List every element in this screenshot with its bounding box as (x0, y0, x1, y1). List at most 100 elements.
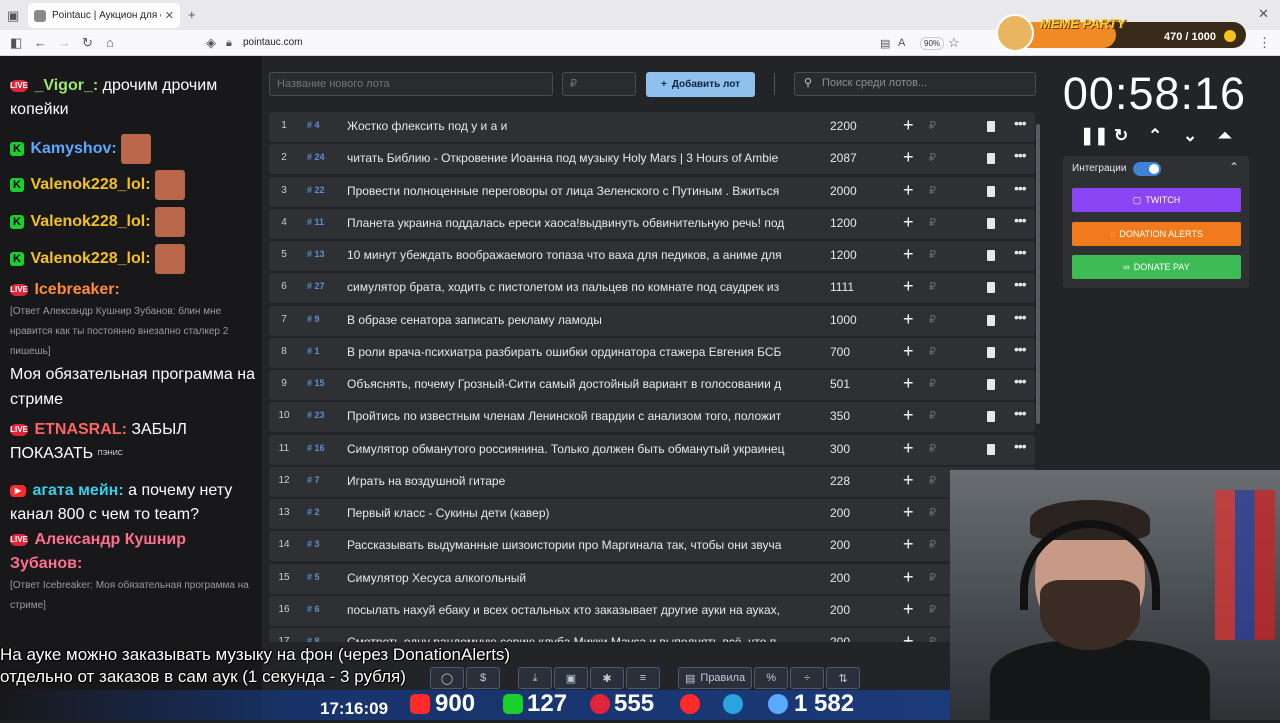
bug-icon[interactable]: ✱ (590, 667, 624, 689)
lot-name[interactable]: В роли врача-психиатра разбирать ошибки … (347, 345, 807, 359)
reset-icon[interactable]: ↻ (1114, 126, 1128, 146)
lot-name[interactable]: Жостко флексить под у и а и (347, 119, 807, 133)
close-tab-icon[interactable]: ✕ (165, 9, 174, 22)
window-close-icon[interactable]: ✕ (1258, 6, 1269, 22)
delete-icon[interactable] (987, 250, 995, 261)
ruble-input-icon[interactable]: ₽ (929, 409, 936, 422)
lot-row[interactable]: 5 # 13 10 минут убеждать воображаемого топ… (269, 241, 1035, 271)
ruble-input-icon[interactable]: ₽ (929, 248, 936, 261)
ruble-input-icon[interactable]: ₽ (929, 377, 936, 390)
lots-scrollbar[interactable] (1036, 124, 1040, 424)
browser-tab[interactable]: Pointauc | Аукцион для стрима ✕ (28, 3, 180, 28)
lot-row[interactable]: 9 # 15 Объяснять, почему Грозный-Сити самы… (269, 370, 1035, 400)
lot-name[interactable]: Пройтись по известным членам Ленинской г… (347, 409, 807, 423)
add-amount-icon[interactable]: + (903, 599, 914, 620)
delete-icon[interactable] (987, 153, 995, 165)
integrations-toggle[interactable] (1133, 162, 1161, 176)
delete-icon[interactable] (987, 379, 995, 390)
lot-name[interactable]: Объяснять, почему Грозный-Сити самый дос… (347, 377, 807, 391)
new-lot-input[interactable] (269, 72, 553, 96)
home-icon[interactable]: ⌂ (106, 35, 114, 50)
add-amount-icon[interactable]: + (903, 438, 914, 459)
translate-icon[interactable]: A (898, 37, 905, 49)
ruble-input-icon[interactable]: ₽ (929, 506, 936, 519)
ruble-input-icon[interactable]: ₽ (929, 442, 936, 455)
lot-amount-input[interactable] (562, 72, 636, 96)
chevron-up-icon[interactable]: ⌃ (1148, 126, 1162, 146)
sidebar-icon[interactable]: ◧ (10, 35, 22, 51)
more-options-icon[interactable]: ••• (1014, 341, 1027, 357)
delete-icon[interactable] (987, 282, 995, 294)
lot-row[interactable]: 14 # 3 Рассказывать выдуманные шизоистории… (269, 531, 1035, 562)
zoom-level[interactable]: 90% (920, 37, 945, 50)
delete-icon[interactable] (987, 346, 995, 358)
ruble-input-icon[interactable]: ₽ (929, 280, 936, 293)
lot-name[interactable]: читать Библию - Откровение Иоанна под му… (347, 151, 807, 165)
lot-name[interactable]: Провести полноценные переговоры от лица … (347, 184, 807, 198)
lot-row[interactable]: 17 # 8 Смотреть одну рандомную серию клуба… (269, 628, 1035, 642)
more-options-icon[interactable]: ••• (1014, 309, 1027, 325)
more-options-icon[interactable]: ••• (1014, 373, 1027, 389)
ruble-input-icon[interactable]: ₽ (929, 635, 936, 642)
add-amount-icon[interactable]: + (903, 244, 914, 265)
ruble-input-icon[interactable]: ₽ (929, 151, 936, 164)
delete-icon[interactable] (987, 314, 995, 326)
add-amount-icon[interactable]: + (903, 470, 914, 491)
lock-icon[interactable]: 🔒︎ (226, 37, 232, 50)
lot-row[interactable]: 15 # 5 Симулятор Хесуса алкогольный 200 + ₽ (269, 563, 1035, 594)
more-options-icon[interactable]: ••• (1014, 438, 1027, 454)
chevron-down-icon[interactable]: ⌄ (1183, 126, 1197, 146)
double-chevron-up-icon[interactable]: ⏶ (1218, 126, 1232, 146)
ruble-input-icon[interactable]: ₽ (929, 216, 936, 229)
rules-button[interactable]: ▤ Правила (678, 667, 753, 689)
add-amount-icon[interactable]: + (903, 115, 914, 136)
add-amount-icon[interactable]: + (903, 373, 914, 394)
add-lot-button[interactable]: + Добавить лот (646, 72, 755, 97)
delete-icon[interactable] (987, 411, 995, 423)
lot-row[interactable]: 11 # 16 Симулятор обманутого россиянина. Т… (269, 434, 1035, 465)
lot-row[interactable]: 4 # 11 Планета украина поддалась ереси хао… (269, 208, 1035, 239)
lot-name[interactable]: 10 минут убеждать воображаемого топаза ч… (347, 248, 807, 262)
lot-row[interactable]: 8 # 1 В роли врача-психиатра разбирать оши… (269, 337, 1035, 368)
more-options-icon[interactable]: ••• (1014, 276, 1027, 292)
lot-name[interactable]: Смотреть одну рандомную серию клуба Микк… (347, 635, 807, 642)
more-options-icon[interactable]: ••• (1014, 115, 1027, 131)
lot-name[interactable]: Симулятор обманутого россиянина. Только … (347, 442, 807, 456)
lot-row[interactable]: 16 # 6 посылать нахуй ебаку и всех остальн… (269, 595, 1035, 626)
ruble-input-icon[interactable]: ₽ (929, 603, 936, 616)
ruble-input-icon[interactable]: ₽ (929, 474, 936, 487)
more-options-icon[interactable]: ••• (1014, 405, 1027, 421)
more-options-icon[interactable]: ••• (1014, 212, 1027, 228)
url-field[interactable]: pointauc.com (243, 37, 302, 48)
more-options-icon[interactable]: ••• (1014, 244, 1027, 260)
lot-name[interactable]: В образе сенатора записать рекламу ламод… (347, 313, 807, 327)
delete-icon[interactable] (987, 443, 995, 455)
more-options-icon[interactable]: ••• (1014, 147, 1027, 163)
donate-pay-button[interactable]: ∞ DONATE PAY (1072, 255, 1241, 279)
ruble-input-icon[interactable]: ₽ (929, 345, 936, 358)
search-lots-field[interactable]: ⚲ Поиск среди лотов... (794, 72, 1036, 96)
tab-list-icon[interactable]: ▣ (7, 8, 19, 24)
pause-icon[interactable]: ❚❚ (1080, 126, 1109, 146)
add-amount-icon[interactable]: + (903, 405, 914, 426)
lot-row[interactable]: 2 # 24 читать Библию - Откровение Иоанна п… (269, 144, 1035, 175)
bookmark-star-icon[interactable]: ☆ (948, 35, 960, 51)
lot-row[interactable]: 10 # 23 Пройтись по известным членам Ленин… (269, 402, 1035, 433)
lot-row[interactable]: 7 # 9 В образе сенатора записать рекламу л… (269, 305, 1035, 336)
add-amount-icon[interactable]: + (903, 567, 914, 588)
ruble-input-icon[interactable]: ₽ (929, 313, 936, 326)
lot-name[interactable]: Рассказывать выдуманные шизоистории про … (347, 538, 807, 552)
lot-row[interactable]: 12 # 7 Играть на воздушной гитаре 228 + ₽ (269, 466, 1035, 497)
lot-name[interactable]: посылать нахуй ебаку и всех остальных кт… (347, 603, 807, 617)
delete-icon[interactable] (987, 217, 995, 229)
ruble-input-icon[interactable]: ₽ (929, 119, 936, 132)
sort-icon[interactable]: ⇅ (826, 667, 861, 689)
lot-row[interactable]: 6 # 27 симулятор брата, ходить с пистолето… (269, 273, 1035, 304)
lot-row[interactable]: 13 # 2 Первый класс - Сукины дети (кавер) 2… (269, 499, 1035, 529)
add-amount-icon[interactable]: + (903, 212, 914, 233)
twitch-button[interactable]: ▢ TWITCH (1072, 188, 1241, 212)
lot-name[interactable]: Планета украина поддалась ереси хаоса!вы… (347, 216, 807, 230)
shield-icon[interactable]: ◈ (206, 35, 216, 51)
lot-row[interactable]: 3 # 22 Провести полноценные переговоры от … (269, 176, 1035, 207)
lot-name[interactable]: Первый класс - Сукины дети (кавер) (347, 506, 807, 520)
